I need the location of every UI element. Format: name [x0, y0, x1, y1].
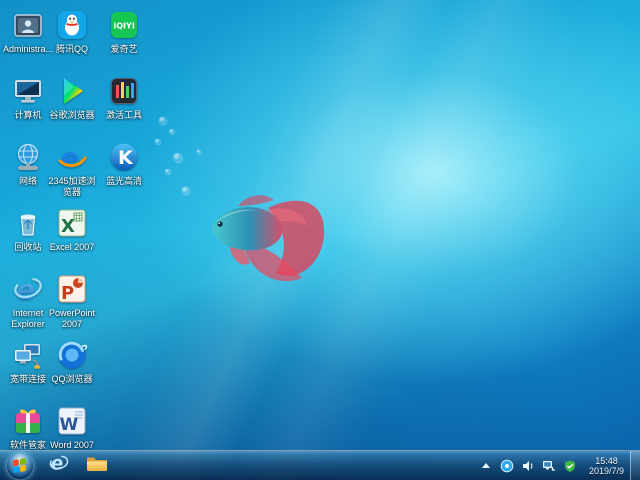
svg-text:e: e — [61, 143, 79, 174]
user-folder-icon — [11, 8, 45, 42]
clock-time: 15:48 — [589, 456, 624, 466]
system-tray: 15:48 2019/7/9 — [475, 451, 640, 480]
svg-text:W: W — [60, 415, 79, 435]
desktop-icon-powerpoint[interactable]: P PowerPoint 2007 — [44, 272, 100, 330]
desktop-icon-qq-browser[interactable]: QQ浏览器 — [44, 338, 100, 385]
desktop-icon-bluray-k[interactable]: K 蓝光高清 — [96, 140, 152, 187]
taskbar-ie-button[interactable]: e — [41, 452, 77, 480]
icon-label: 激活工具 — [96, 110, 152, 121]
icon-label: Excel 2007 — [44, 242, 100, 253]
k-circle-icon: K — [107, 140, 141, 174]
wallpaper-fish-art — [150, 100, 370, 300]
desktop-icon-excel[interactable]: X Excel 2007 — [44, 206, 100, 253]
desktop-icon-chrome[interactable]: 谷歌浏览器 — [44, 74, 100, 121]
icon-label: 谷歌浏览器 — [44, 110, 100, 121]
network-globe-icon — [11, 140, 45, 174]
desktop: Administra... 计算机 网络 回收站 e Internet Expl… — [0, 0, 640, 480]
powerpoint-icon: P — [55, 272, 89, 306]
internet-explorer-icon: e — [11, 272, 45, 306]
icon-label: 2345加速浏览器 — [44, 176, 100, 198]
windows-flag-icon — [13, 457, 27, 473]
volume-icon[interactable] — [521, 458, 536, 473]
svg-text:P: P — [61, 283, 74, 304]
network-icon[interactable] — [542, 458, 557, 473]
play-triangle-icon — [55, 74, 89, 108]
desktop-icon-qq[interactable]: 腾讯QQ — [44, 8, 100, 55]
icon-label: 蓝光高清 — [96, 176, 152, 187]
tray-expand-button[interactable] — [482, 463, 490, 468]
svg-text:e: e — [51, 453, 63, 474]
icon-label: 腾讯QQ — [44, 44, 100, 55]
qq-penguin-icon — [55, 8, 89, 42]
icon-label: 爱奇艺 — [96, 44, 152, 55]
browser-e-icon: e — [55, 140, 89, 174]
qq-browser-icon — [55, 338, 89, 372]
icon-label: PowerPoint 2007 — [44, 308, 100, 330]
svg-text:iQIYI: iQIYI — [114, 22, 135, 31]
taskbar-explorer-button[interactable] — [79, 452, 115, 480]
software-manager-icon — [11, 404, 45, 438]
start-button[interactable] — [7, 453, 33, 479]
iqiyi-icon: iQIYI — [107, 8, 141, 42]
excel-icon: X — [55, 206, 89, 240]
desktop-icon-activation-tool[interactable]: 激活工具 — [96, 74, 152, 121]
desktop-icon-iqiyi[interactable]: iQIYI 爱奇艺 — [96, 8, 152, 55]
icon-label: QQ浏览器 — [44, 374, 100, 385]
taskbar-clock[interactable]: 15:48 2019/7/9 — [589, 456, 624, 476]
desktop-icon-word[interactable]: W Word 2007 — [44, 404, 100, 451]
svg-text:e: e — [16, 273, 35, 306]
clock-date: 2019/7/9 — [589, 466, 624, 476]
activation-tool-icon — [107, 74, 141, 108]
computer-icon — [11, 74, 45, 108]
svg-text:X: X — [61, 216, 75, 237]
recycle-bin-icon — [11, 206, 45, 240]
folder-icon — [85, 453, 109, 478]
desktop-icon-2345-browser[interactable]: e 2345加速浏览器 — [44, 140, 100, 198]
taskbar: e 15:48 2019/7/9 — [0, 450, 640, 480]
security-shield-icon[interactable] — [563, 458, 578, 473]
tray-messenger-icon[interactable] — [500, 458, 515, 473]
show-desktop-button[interactable] — [630, 451, 640, 480]
internet-explorer-icon: e — [48, 452, 70, 479]
svg-text:K: K — [118, 147, 134, 169]
word-icon: W — [55, 404, 89, 438]
broadband-connection-icon — [11, 338, 45, 372]
